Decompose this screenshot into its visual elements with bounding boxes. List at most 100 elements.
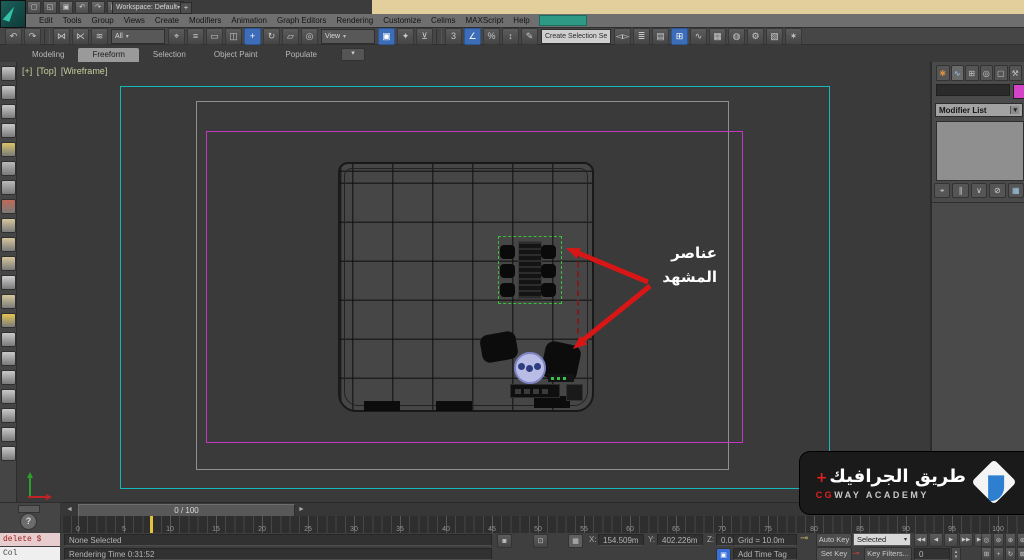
maximize-viewport-button[interactable]: ⊠ bbox=[1017, 547, 1024, 560]
modifier-list-dropdown[interactable]: Modifier List bbox=[935, 103, 1023, 117]
select-and-scale-icon[interactable]: ▱ bbox=[282, 27, 299, 45]
undo-icon[interactable]: ↶ bbox=[5, 27, 22, 45]
left-toolbar-icon-21[interactable] bbox=[1, 446, 16, 461]
left-toolbar-icon-5[interactable] bbox=[1, 142, 16, 157]
scene-explorer-toggle-icon[interactable]: ⊞ bbox=[671, 27, 688, 45]
left-toolbar-icon-7[interactable] bbox=[1, 180, 16, 195]
absolute-mode-toggle-icon[interactable]: ⊡ bbox=[533, 534, 548, 548]
angle-snap-toggle-icon[interactable]: ∠ bbox=[464, 27, 481, 45]
orbit-button[interactable]: ↻ bbox=[1005, 547, 1016, 560]
zoom-button[interactable]: ◎ bbox=[981, 533, 992, 547]
rendered-frame-window-icon[interactable]: ▧ bbox=[766, 27, 783, 45]
left-toolbar-icon-10[interactable] bbox=[1, 237, 16, 252]
redo-quick-icon[interactable]: ↷ bbox=[91, 0, 105, 14]
left-toolbar-icon-18[interactable] bbox=[1, 389, 16, 404]
object-name-field[interactable] bbox=[936, 84, 1010, 96]
time-slider-next-arrow[interactable]: ► bbox=[298, 506, 305, 513]
pan-button[interactable]: + bbox=[993, 547, 1004, 560]
chair-object[interactable] bbox=[541, 264, 556, 278]
select-and-place-icon[interactable]: ◎ bbox=[301, 27, 318, 45]
select-and-move-icon[interactable]: + bbox=[244, 27, 261, 45]
modifier-stack-list[interactable] bbox=[936, 121, 1024, 181]
reference-coordinate-dropdown[interactable]: View bbox=[321, 28, 375, 44]
snap-toggle-3d-icon[interactable]: 3 bbox=[445, 27, 462, 45]
tab-object-paint[interactable]: Object Paint bbox=[200, 48, 272, 62]
selection-lock-toggle-icon[interactable]: ◙ bbox=[497, 534, 512, 548]
viewport-menu-shading[interactable]: [Wireframe] bbox=[61, 66, 108, 76]
configure-modifier-sets-button[interactable]: ▦ bbox=[1007, 183, 1024, 198]
chair-object[interactable] bbox=[500, 245, 515, 259]
left-toolbar-icon-8[interactable] bbox=[1, 199, 16, 214]
undo-quick-icon[interactable]: ↶ bbox=[75, 0, 89, 14]
time-slider-prev-arrow[interactable]: ◄ bbox=[66, 506, 73, 513]
y-coordinate-field[interactable]: 402.226m bbox=[657, 534, 703, 546]
unlink-selection-icon[interactable]: ⋉ bbox=[72, 27, 89, 45]
left-toolbar-icon-15[interactable] bbox=[1, 332, 16, 347]
menu-celims[interactable]: Celims bbox=[426, 14, 460, 27]
menu-views[interactable]: Views bbox=[119, 14, 150, 27]
ribbon-minimize-dropdown[interactable]: ▾ bbox=[341, 48, 366, 61]
viewport-menu-view[interactable]: [Top] bbox=[37, 66, 57, 76]
go-to-start-button[interactable]: ◀◀ bbox=[914, 533, 928, 547]
motion-tab[interactable]: ◎ bbox=[979, 65, 993, 81]
track-bar[interactable]: 0 5 10 15 20 25 30 35 40 45 50 55 60 65 70 75 80 85 90 95 10… bbox=[60, 516, 1024, 534]
frame-spinner[interactable]: ▴ ▾ bbox=[951, 547, 961, 560]
select-object-icon[interactable]: ⌖ bbox=[168, 27, 185, 45]
left-toolbar-icon-1[interactable] bbox=[1, 66, 16, 81]
left-toolbar-icon-20[interactable] bbox=[1, 427, 16, 442]
tab-populate[interactable]: Populate bbox=[271, 48, 331, 62]
left-toolbar-icon-6[interactable] bbox=[1, 161, 16, 176]
menu-help[interactable]: Help bbox=[508, 14, 534, 27]
workspace-dropdown[interactable]: Workspace: Default bbox=[112, 1, 184, 14]
select-and-rotate-icon[interactable]: ↻ bbox=[263, 27, 280, 45]
named-selection-sets-dropdown[interactable]: Create Selection Se bbox=[541, 28, 611, 44]
auto-key-button[interactable]: Auto Key bbox=[816, 533, 852, 547]
align-icon[interactable]: ≣ bbox=[633, 27, 650, 45]
selection-filter-dropdown[interactable]: All bbox=[111, 28, 165, 44]
chair-object[interactable] bbox=[541, 283, 556, 297]
next-frame-button[interactable]: ▶▶ bbox=[959, 533, 973, 547]
left-toolbar-icon-17[interactable] bbox=[1, 370, 16, 385]
left-toolbar-icon-19[interactable] bbox=[1, 408, 16, 423]
mirror-icon[interactable]: ◅▻ bbox=[614, 27, 631, 45]
pin-stack-button[interactable]: ⌖ bbox=[933, 183, 951, 198]
x-coordinate-field[interactable]: 154.509m bbox=[598, 534, 644, 546]
layer-manager-icon[interactable]: ▤ bbox=[652, 27, 669, 45]
menu-modifiers[interactable]: Modifiers bbox=[184, 14, 226, 27]
render-production-icon[interactable]: ✶ bbox=[785, 27, 802, 45]
key-filters-button[interactable]: Key Filters... bbox=[864, 547, 912, 560]
chair-object[interactable] bbox=[541, 245, 556, 259]
time-caret[interactable] bbox=[150, 516, 153, 533]
menu-graph-editors[interactable]: Graph Editors bbox=[272, 14, 331, 27]
display-tab[interactable]: ▢ bbox=[994, 65, 1008, 81]
select-and-link-icon[interactable]: ⋈ bbox=[53, 27, 70, 45]
chair-object[interactable] bbox=[500, 283, 515, 297]
scene-explorer-icon[interactable]: ▣ bbox=[716, 548, 731, 560]
tab-selection[interactable]: Selection bbox=[139, 48, 200, 62]
zoom-region-button[interactable]: ⊞ bbox=[981, 547, 992, 560]
hierarchy-tab[interactable]: ⊞ bbox=[965, 65, 979, 81]
round-table-object[interactable] bbox=[514, 352, 546, 384]
menu-edit[interactable]: Edit bbox=[34, 14, 58, 27]
select-and-manipulate-icon[interactable]: ✦ bbox=[397, 27, 414, 45]
utilities-tab[interactable]: ⚒ bbox=[1008, 65, 1022, 81]
schematic-view-icon[interactable]: ▦ bbox=[709, 27, 726, 45]
menu-maxscript[interactable]: MAXScript bbox=[461, 14, 509, 27]
show-end-result-button[interactable]: ∥ bbox=[952, 183, 969, 198]
current-frame-field[interactable]: 0 bbox=[914, 548, 950, 560]
counter-object[interactable] bbox=[510, 384, 560, 398]
play-button[interactable]: ▶ bbox=[944, 533, 958, 547]
bind-to-space-warp-icon[interactable]: ≋ bbox=[91, 27, 108, 45]
left-toolbar-icon-3[interactable] bbox=[1, 104, 16, 119]
zoom-extents-all-button[interactable]: ⊛ bbox=[1017, 533, 1024, 547]
menu-animation[interactable]: Animation bbox=[226, 14, 272, 27]
modify-tab[interactable]: ∿ bbox=[950, 65, 964, 81]
left-toolbar-icon-13[interactable] bbox=[1, 294, 16, 309]
left-toolbar-icon-16[interactable] bbox=[1, 351, 16, 366]
previous-frame-button[interactable]: ◀ bbox=[929, 533, 943, 547]
add-workspace-button[interactable]: + bbox=[180, 2, 192, 14]
new-scene-icon[interactable]: ▢ bbox=[27, 0, 41, 14]
menu-create[interactable]: Create bbox=[150, 14, 184, 27]
menu-tools[interactable]: Tools bbox=[58, 14, 87, 27]
open-file-icon[interactable]: ◱ bbox=[43, 0, 57, 14]
